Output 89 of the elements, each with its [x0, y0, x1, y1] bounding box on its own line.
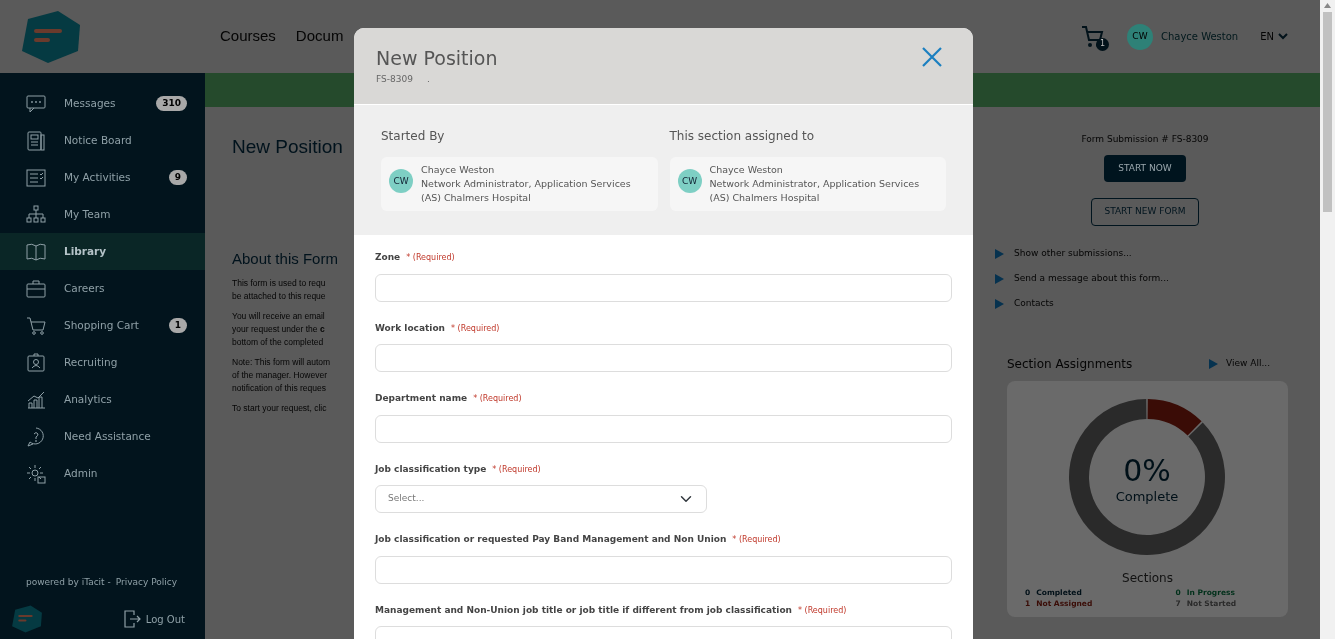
count-badge: 9 — [168, 169, 187, 186]
org-chart-icon — [26, 204, 46, 225]
paragraph-line: be attached to this reque — [232, 290, 327, 303]
section-heading: About this Form — [232, 248, 339, 269]
text-field[interactable] — [375, 273, 952, 302]
required-marker: * (Required) — [451, 322, 500, 335]
person-role: Network Administrator, Application Services — [421, 177, 631, 191]
count-badge: 1 — [168, 317, 187, 334]
cart-icon — [26, 315, 46, 336]
person-organization: (AS) Chalmers Hospital — [709, 191, 821, 205]
chat-icon — [26, 93, 46, 114]
field-label: Management and Non-Union job title or job title if different from job classification — [375, 603, 792, 617]
section-heading: This section assigned to — [669, 128, 816, 145]
complete-label: Complete — [1115, 488, 1179, 504]
briefcase-icon — [26, 278, 46, 299]
chevron-down-icon[interactable] — [1278, 33, 1288, 40]
field-label: Department name — [375, 392, 468, 405]
sidebar-item[interactable]: Library — [0, 233, 205, 270]
required-marker: * (Required) — [732, 534, 781, 546]
question-icon — [26, 426, 46, 447]
sidebar-item[interactable]: Admin — [0, 455, 205, 492]
chart-icon — [26, 389, 46, 410]
cart-count: 1 — [1095, 37, 1109, 51]
book-icon — [26, 241, 46, 262]
cart-button[interactable]: 1 — [1080, 24, 1105, 49]
sidebar-item[interactable]: Analytics — [0, 381, 205, 418]
paragraph-line: This form is used to requ — [232, 277, 327, 290]
powered-by-text: powered by iTacit - — [26, 575, 111, 589]
required-marker: * (Required) — [406, 252, 455, 264]
person-name: Chayce Weston — [421, 163, 496, 177]
count-badge: 310 — [156, 95, 187, 112]
text-field[interactable] — [375, 414, 952, 443]
triangle-icon[interactable] — [995, 299, 1004, 309]
field-label: Work location — [375, 321, 445, 335]
scrollbar-thumb[interactable] — [1323, 12, 1332, 212]
logout-link[interactable]: Log Out — [145, 611, 185, 627]
modal-title: New Position — [376, 46, 498, 71]
sidebar-item[interactable]: Need Assistance — [0, 418, 205, 455]
required-marker: * (Required) — [473, 393, 522, 405]
avatar: CW — [677, 169, 702, 193]
page-title: New Position — [232, 135, 344, 159]
privacy-policy-link[interactable]: Privacy Policy — [115, 575, 178, 589]
paragraph-line: of the manager. However — [232, 369, 328, 382]
text-field[interactable] — [375, 555, 952, 584]
sections-title: Sections — [1121, 569, 1174, 587]
percent-text: 0% — [1123, 452, 1171, 488]
sidebar-item[interactable]: My Activities 9 — [0, 159, 205, 196]
logout-icon[interactable] — [123, 610, 141, 628]
start-now-button[interactable]: START NOW — [1104, 154, 1186, 182]
id-badge-icon — [26, 352, 46, 373]
logo — [10, 605, 44, 633]
scrollbar[interactable] — [1320, 0, 1335, 639]
paragraph-line: your request under the c — [232, 323, 326, 336]
avatar: CW — [389, 169, 413, 193]
section-heading: Started By — [381, 128, 446, 145]
field-label: Zone — [375, 251, 401, 264]
sidebar-item[interactable]: Messages 310 — [0, 85, 205, 122]
field-label: Job classification or requested Pay Band Management and Non Union — [375, 533, 727, 546]
paragraph-line: notification of this reques — [232, 382, 328, 395]
newspaper-icon — [26, 130, 46, 151]
select-field[interactable]: Select... — [375, 485, 707, 513]
paragraph-line: You will receive an email — [232, 310, 326, 323]
paragraph-line: Note: This form will autom — [232, 356, 332, 369]
paragraph-line: bottom of the completed — [232, 336, 325, 349]
person-name: Chayce Weston — [709, 163, 784, 177]
section-heading: Section Assignments — [1007, 355, 1133, 373]
triangle-icon[interactable] — [1209, 358, 1219, 369]
checklist-icon — [26, 167, 46, 188]
text-field[interactable] — [375, 344, 952, 372]
scroll-up-icon[interactable] — [1324, 3, 1331, 8]
triangle-icon[interactable] — [995, 249, 1004, 259]
submission-number: Form Submission # FS-8309 — [1080, 133, 1210, 146]
user-avatar[interactable]: CW — [1126, 23, 1153, 50]
separator-dot: . — [426, 72, 430, 86]
required-marker: * (Required) — [797, 604, 847, 617]
required-marker: * (Required) — [492, 463, 541, 476]
form-code: FS-8309 — [376, 72, 413, 86]
gear-icon — [26, 463, 46, 484]
close-button[interactable] — [921, 46, 943, 68]
sidebar-item[interactable]: Recruiting — [0, 344, 205, 381]
sidebar-item[interactable]: My Team — [0, 196, 205, 233]
sidebar-item[interactable]: Shopping Cart 1 — [0, 307, 205, 344]
field-label: Job classification type — [375, 462, 487, 476]
sidebar-item[interactable]: Notice Board — [0, 122, 205, 159]
triangle-icon[interactable] — [995, 274, 1004, 284]
person-role: Network Administrator, Application Services — [709, 177, 920, 191]
person-organization: (AS) Chalmers Hospital — [421, 191, 532, 205]
paragraph-line: To start your request, clic — [232, 402, 328, 415]
sidebar-item[interactable]: Careers — [0, 270, 205, 307]
